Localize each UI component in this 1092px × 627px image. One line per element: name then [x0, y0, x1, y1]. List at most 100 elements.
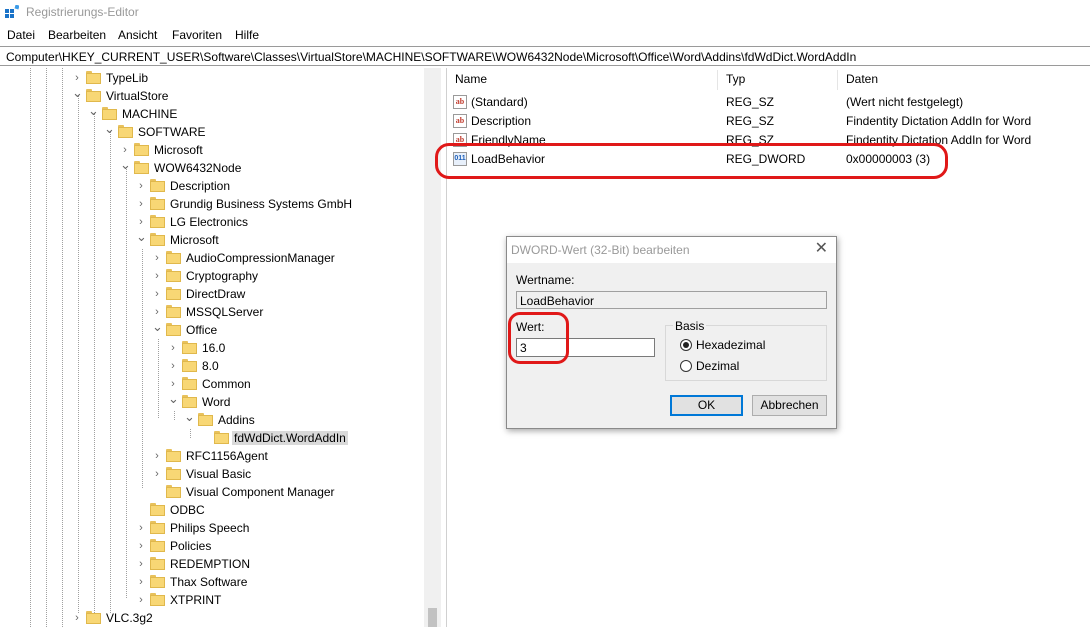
- tree-guide-line: [46, 68, 47, 627]
- chevron-down-icon[interactable]: ⌄: [88, 104, 99, 117]
- chevron-down-icon[interactable]: ⌄: [152, 320, 163, 333]
- chevron-right-icon[interactable]: ›: [168, 342, 178, 354]
- menu-bearbeiten[interactable]: Bearbeiten: [48, 28, 106, 42]
- column-separator[interactable]: [837, 70, 838, 90]
- chevron-right-icon[interactable]: ›: [152, 306, 162, 318]
- chevron-right-icon[interactable]: ›: [152, 468, 162, 480]
- chevron-right-icon[interactable]: ›: [72, 612, 82, 624]
- folder-icon: [118, 125, 133, 138]
- menu-bar: Datei Bearbeiten Ansicht Favoriten Hilfe: [0, 26, 1092, 44]
- chevron-down-icon[interactable]: ⌄: [168, 392, 179, 405]
- tree-item-label: Description: [170, 179, 231, 193]
- tree-item[interactable]: › Microsoft: [120, 141, 440, 159]
- tree-item[interactable]: › MSSQLServer: [152, 303, 440, 321]
- tree-item[interactable]: ⌄ Word: [168, 392, 440, 411]
- tree-item[interactable]: Visual Component Manager: [152, 483, 440, 501]
- chevron-down-icon[interactable]: ⌄: [184, 410, 195, 423]
- tree-item[interactable]: ⌄ SOFTWARE: [104, 122, 440, 141]
- chevron-right-icon[interactable]: ›: [168, 378, 178, 390]
- tree-item[interactable]: › Visual Basic: [152, 465, 440, 483]
- ok-button[interactable]: OK: [670, 395, 743, 416]
- tree-item[interactable]: › RFC1156Agent: [152, 447, 440, 465]
- chevron-down-icon[interactable]: ⌄: [104, 122, 115, 135]
- close-icon[interactable]: ✕: [815, 240, 828, 258]
- tree-item[interactable]: › Philips Speech: [136, 519, 440, 537]
- tree-item[interactable]: ⌄ VirtualStore: [72, 86, 432, 105]
- tree-item[interactable]: › Policies: [136, 537, 440, 555]
- chevron-right-icon[interactable]: ›: [120, 144, 130, 156]
- menu-favoriten[interactable]: Favoriten: [172, 28, 222, 42]
- menu-datei[interactable]: Datei: [7, 28, 35, 42]
- chevron-right-icon[interactable]: ›: [152, 288, 162, 300]
- window-title: Registrierungs-Editor: [26, 5, 139, 19]
- tree-item[interactable]: › VLC.3g2: [72, 609, 432, 627]
- chevron-right-icon[interactable]: ›: [136, 540, 146, 552]
- tree-item[interactable]: › REDEMPTION: [136, 555, 440, 573]
- chevron-right-icon[interactable]: ›: [136, 522, 146, 534]
- tree-item[interactable]: › Thax Software: [136, 573, 440, 591]
- column-data[interactable]: Daten: [846, 72, 878, 86]
- tree-item-label: Philips Speech: [170, 521, 250, 535]
- key-tree[interactable]: › TypeLib ⌄ VirtualStore ⌄ MACHINE ⌄ SOFTWARE › M…: [0, 68, 440, 627]
- address-bar[interactable]: Computer\HKEY_CURRENT_USER\Software\Clas…: [0, 46, 1090, 66]
- chevron-right-icon[interactable]: ›: [168, 360, 178, 372]
- tree-item-label: SOFTWARE: [138, 125, 206, 139]
- string-value-icon: ab: [453, 95, 467, 109]
- tree-item-label: XTPRINT: [170, 593, 222, 607]
- dec-radio[interactable]: [680, 360, 692, 372]
- tree-scrollbar-thumb[interactable]: [428, 608, 437, 627]
- value-row-description[interactable]: ab Description REG_SZ Findentity Dictati…: [451, 112, 1091, 131]
- chevron-right-icon[interactable]: ›: [136, 576, 146, 588]
- tree-guide-line: [94, 113, 95, 613]
- chevron-right-icon[interactable]: ›: [152, 450, 162, 462]
- tree-item[interactable]: › Description: [136, 177, 440, 195]
- tree-item[interactable]: › Cryptography: [152, 267, 440, 285]
- cancel-button[interactable]: Abbrechen: [752, 395, 827, 416]
- menu-ansicht[interactable]: Ansicht: [118, 28, 157, 42]
- tree-item[interactable]: › 16.0: [168, 339, 440, 357]
- chevron-right-icon[interactable]: ›: [136, 558, 146, 570]
- tree-item[interactable]: ⌄ Office: [152, 320, 440, 339]
- chevron-down-icon[interactable]: ⌄: [136, 230, 147, 243]
- tree-item[interactable]: ODBC: [136, 501, 440, 519]
- tree-item[interactable]: ⌄ Microsoft: [136, 230, 440, 249]
- tree-guide-line: [158, 339, 159, 418]
- chevron-right-icon[interactable]: ›: [136, 180, 146, 192]
- chevron-down-icon[interactable]: ⌄: [120, 158, 131, 171]
- column-name[interactable]: Name: [455, 72, 487, 86]
- tree-item-label: TypeLib: [106, 71, 149, 85]
- tree-item[interactable]: fdWdDict.WordAddIn: [200, 429, 440, 447]
- chevron-right-icon[interactable]: ›: [136, 216, 146, 228]
- tree-item[interactable]: › XTPRINT: [136, 591, 440, 609]
- folder-icon: [182, 377, 197, 390]
- tree-item[interactable]: › TypeLib: [72, 69, 432, 87]
- tree-item[interactable]: › DirectDraw: [152, 285, 440, 303]
- tree-item[interactable]: › Common: [168, 375, 440, 393]
- chevron-down-icon[interactable]: ⌄: [72, 86, 83, 99]
- tree-item[interactable]: › 8.0: [168, 357, 440, 375]
- column-separator[interactable]: [717, 70, 718, 90]
- chevron-right-icon[interactable]: ›: [136, 198, 146, 210]
- chevron-right-icon[interactable]: ›: [136, 594, 146, 606]
- chevron-right-icon[interactable]: ›: [152, 270, 162, 282]
- tree-item[interactable]: ⌄ MACHINE: [88, 104, 440, 123]
- dec-radio-label[interactable]: Dezimal: [696, 359, 739, 373]
- chevron-right-icon[interactable]: ›: [72, 72, 82, 84]
- dialog-title-bar: DWORD-Wert (32-Bit) bearbeiten ✕: [507, 237, 836, 263]
- value-row-standard[interactable]: ab (Standard) REG_SZ (Wert nicht festgel…: [451, 93, 1091, 112]
- hex-radio-label[interactable]: Hexadezimal: [696, 338, 765, 352]
- tree-item-label: ODBC: [170, 503, 205, 517]
- string-value-icon: ab: [453, 114, 467, 128]
- chevron-right-icon[interactable]: ›: [152, 252, 162, 264]
- hex-radio[interactable]: [680, 339, 692, 351]
- folder-icon: [166, 251, 181, 264]
- tree-item[interactable]: › AudioCompressionManager: [152, 249, 440, 267]
- tree-item[interactable]: › Grundig Business Systems GmbH: [136, 195, 440, 213]
- tree-item[interactable]: ⌄ Addins: [184, 410, 440, 429]
- menu-hilfe[interactable]: Hilfe: [235, 28, 259, 42]
- tree-item[interactable]: ⌄ WOW6432Node: [120, 158, 440, 177]
- column-type[interactable]: Typ: [726, 72, 745, 86]
- tree-guide-line: [78, 95, 79, 613]
- folder-icon: [102, 107, 117, 120]
- tree-item[interactable]: › LG Electronics: [136, 213, 440, 231]
